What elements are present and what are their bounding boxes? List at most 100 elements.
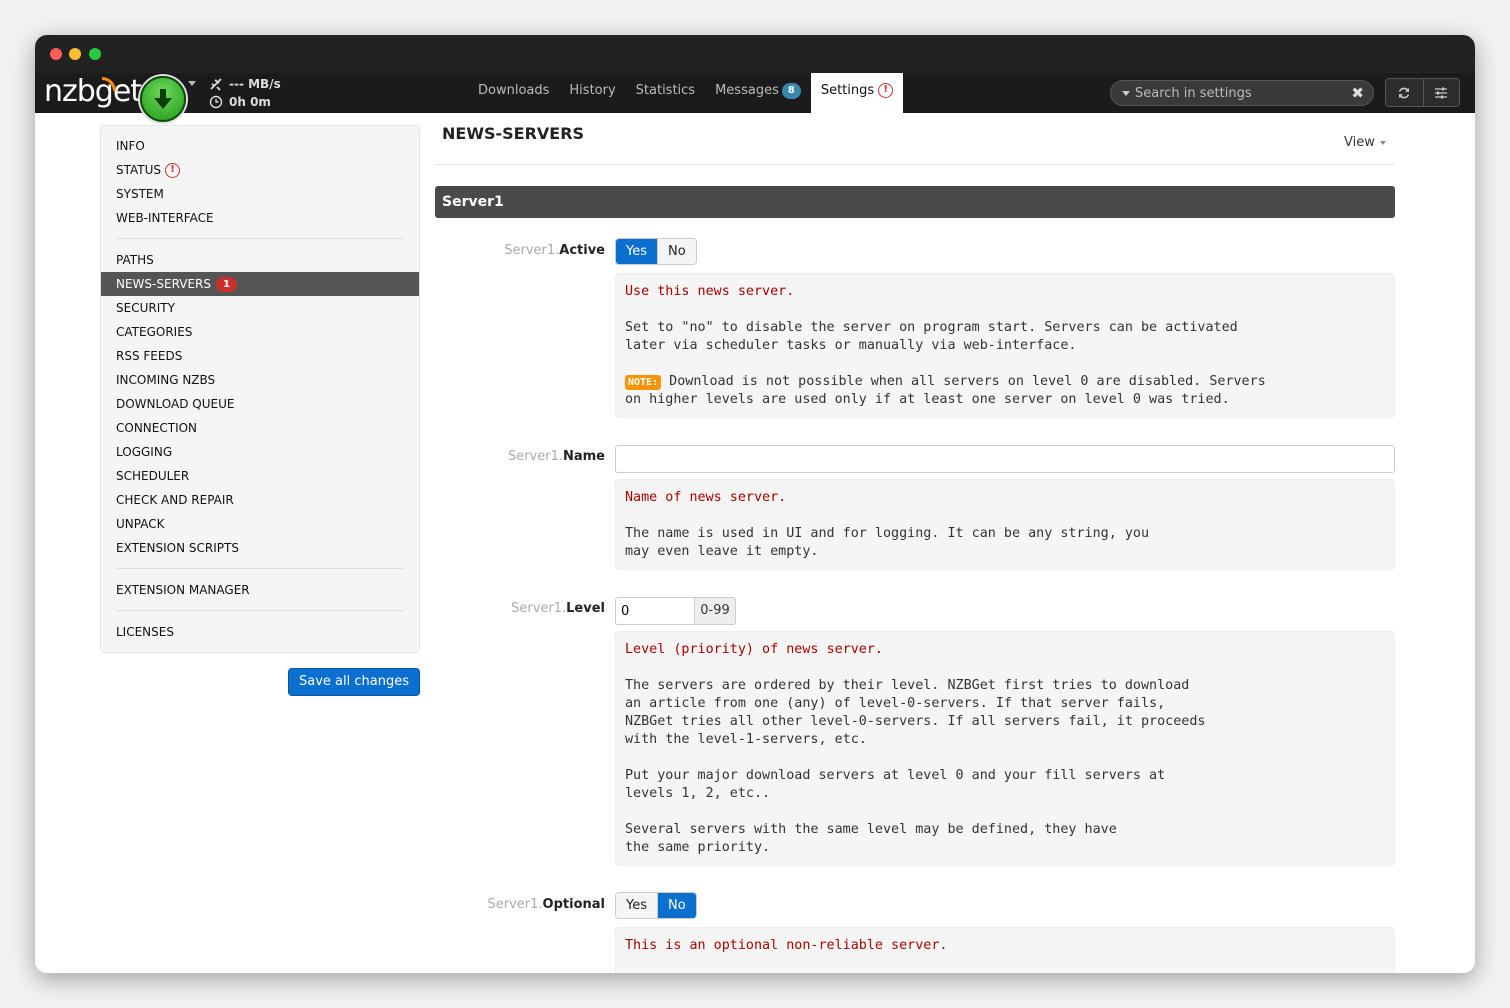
sidebar-item-label: NEWS-SERVERS <box>116 277 211 291</box>
sidebar-item-extension-manager[interactable]: EXTENSION MANAGER <box>101 578 419 602</box>
field-label-name: Server1.Name <box>435 449 605 464</box>
help-summary: Use this news server. <box>625 284 795 299</box>
sidebar-item-label: INFO <box>116 139 145 153</box>
note-badge: NOTE: <box>625 375 662 390</box>
field-prefix: Server1. <box>511 601 567 616</box>
sidebar-item-label: SECURITY <box>116 301 175 315</box>
sidebar-item-download-queue[interactable]: DOWNLOAD QUEUE <box>101 392 419 416</box>
plane-icon <box>210 78 222 91</box>
sidebar-item-label: UNPACK <box>116 517 165 531</box>
settings-menu-button[interactable] <box>1422 79 1459 106</box>
tab-downloads[interactable]: Downloads <box>468 73 559 113</box>
sidebar-item-security[interactable]: SECURITY <box>101 296 419 320</box>
window-titlebar <box>35 35 1475 73</box>
sidebar-item-label: STATUS <box>116 163 162 177</box>
settings-alert-icon: ! <box>878 83 894 98</box>
app-window: nzbget --- MB/s 0h 0m Downloads History … <box>35 35 1475 973</box>
sidebar-item-check-and-repair[interactable]: CHECK AND REPAIR <box>101 488 419 512</box>
maximize-window-button[interactable] <box>89 48 101 60</box>
search-menu-caret-icon[interactable] <box>1122 91 1130 96</box>
optional-no-button[interactable]: No <box>657 893 696 918</box>
sidebar-item-label: LOGGING <box>116 445 173 459</box>
clear-search-icon[interactable]: ✖ <box>1351 84 1364 102</box>
field-label-level: Server1.Level <box>435 601 605 616</box>
sidebar-item-unpack[interactable]: UNPACK <box>101 512 419 536</box>
active-no-button[interactable]: No <box>657 239 696 264</box>
level-range-addon: 0-99 <box>694 597 736 625</box>
title-divider <box>435 164 1395 165</box>
active-toggle: Yes No <box>615 238 697 265</box>
search-input[interactable] <box>1135 81 1350 105</box>
field-name: Name <box>562 449 605 464</box>
optional-toggle: Yes No <box>615 892 697 919</box>
refresh-icon <box>1399 87 1410 98</box>
speed-menu-caret[interactable] <box>188 81 196 86</box>
field-prefix: Server1. <box>507 449 563 464</box>
sliders-icon <box>1435 87 1448 98</box>
help-body: The servers are ordered by their level. … <box>625 678 1206 855</box>
save-all-changes-button[interactable]: Save all changes <box>288 668 420 696</box>
minimize-window-button[interactable] <box>69 48 81 60</box>
help-summary: This is an optional non-reliable server. <box>625 938 948 953</box>
remaining-time: 0h 0m <box>229 95 271 109</box>
sidebar-divider <box>116 610 404 611</box>
help-summary: Level (priority) of news server. <box>625 642 883 657</box>
help-body: The name is used in UI and for logging. … <box>625 526 1150 559</box>
sidebar-item-info[interactable]: INFO <box>101 134 419 158</box>
optional-yes-button[interactable]: Yes <box>616 893 657 918</box>
server-level-input[interactable] <box>615 597 695 625</box>
sidebar-item-licenses[interactable]: LICENSES <box>101 620 419 644</box>
sidebar-item-incoming-nzbs[interactable]: INCOMING NZBS <box>101 368 419 392</box>
tab-settings-label: Settings <box>820 83 875 98</box>
settings-search: ✖ <box>1110 80 1374 106</box>
tab-history-label: History <box>569 83 616 98</box>
sidebar-item-logging[interactable]: LOGGING <box>101 440 419 464</box>
tab-downloads-label: Downloads <box>478 83 550 98</box>
chevron-down-icon <box>1379 140 1386 145</box>
sidebar-item-label: EXTENSION SCRIPTS <box>116 541 239 555</box>
sidebar-item-paths[interactable]: PATHS <box>101 248 419 272</box>
main-nav: Downloads History Statistics Messages 8 S… <box>468 73 904 113</box>
download-play-button[interactable] <box>140 76 186 122</box>
refresh-button[interactable] <box>1386 79 1423 106</box>
speed-status[interactable]: --- MB/s 0h 0m <box>209 75 281 111</box>
sidebar-item-scheduler[interactable]: SCHEDULER <box>101 464 419 488</box>
app-logo: nzbget <box>44 74 142 109</box>
view-menu-button[interactable]: View <box>1344 135 1386 150</box>
sidebar-divider <box>116 238 404 239</box>
field-name: Optional <box>542 897 605 912</box>
field-name: Active <box>559 243 605 258</box>
help-body: Set to "no" to disable the server on pro… <box>625 320 1238 353</box>
sidebar-item-rss-feeds[interactable]: RSS FEEDS <box>101 344 419 368</box>
top-navbar: nzbget --- MB/s 0h 0m Downloads History … <box>35 73 1475 122</box>
sidebar-item-status[interactable]: STATUS! <box>101 158 419 182</box>
sidebar-item-web-interface[interactable]: WEB-INTERFACE <box>101 206 419 230</box>
status-alert-icon: ! <box>165 163 181 178</box>
sidebar-item-system[interactable]: SYSTEM <box>101 182 419 206</box>
settings-sidebar: INFO STATUS! SYSTEM WEB-INTERFACE PATHS … <box>100 125 420 653</box>
active-yes-button[interactable]: Yes <box>616 239 657 264</box>
sidebar-item-label: SYSTEM <box>116 187 164 201</box>
section-header-server1: Server1 <box>435 186 1395 218</box>
server-name-input[interactable] <box>615 445 1395 473</box>
sidebar-item-label: LICENSES <box>116 625 174 639</box>
sidebar-item-label: PATHS <box>116 253 154 267</box>
sidebar-item-label: CATEGORIES <box>116 325 193 339</box>
close-window-button[interactable] <box>50 48 62 60</box>
tab-settings[interactable]: Settings! <box>810 73 904 113</box>
sidebar-divider <box>116 568 404 569</box>
note-text: Download is not possible when all server… <box>625 374 1266 407</box>
sidebar-item-news-servers[interactable]: NEWS-SERVERS 1 <box>101 272 419 296</box>
field-name: Level <box>566 601 605 616</box>
messages-count-badge: 8 <box>781 82 801 99</box>
tab-statistics[interactable]: Statistics <box>626 73 705 113</box>
tab-messages[interactable]: Messages 8 <box>705 73 811 113</box>
news-servers-count-badge: 1 <box>216 277 237 292</box>
sidebar-item-label: SCHEDULER <box>116 469 190 483</box>
sidebar-item-connection[interactable]: CONNECTION <box>101 416 419 440</box>
sidebar-item-categories[interactable]: CATEGORIES <box>101 320 419 344</box>
sidebar-item-extension-scripts[interactable]: EXTENSION SCRIPTS <box>101 536 419 560</box>
page-title: NEWS-SERVERS <box>442 124 585 143</box>
tab-history[interactable]: History <box>559 73 625 113</box>
tab-messages-label: Messages <box>715 83 779 98</box>
